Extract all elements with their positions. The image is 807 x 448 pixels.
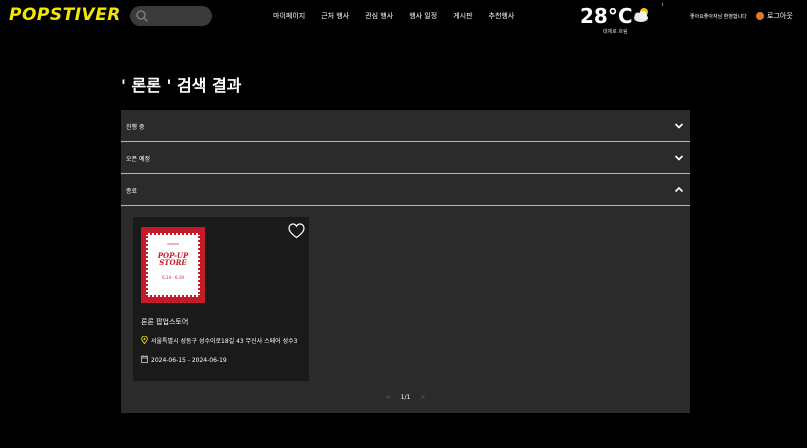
- status-accordion: 진행 중 오픈 예정 종료 RONRON POP-UP STORE 6.14 -…: [121, 110, 690, 413]
- event-name[interactable]: 론론 팝업스토어: [141, 317, 188, 327]
- accordion-ended-content: RONRON POP-UP STORE 6.14 - 6.19 론론 팝업스토어…: [121, 206, 690, 413]
- poster-frame: RONRON POP-UP STORE 6.14 - 6.19: [146, 233, 200, 297]
- avatar: [756, 12, 764, 20]
- calendar-icon: [141, 355, 148, 363]
- header: POPSTIVER 마이페이지 근처 행사 관심 행사 행사 일정 게시판 추천…: [0, 0, 807, 36]
- accordion-label: 오픈 예정: [126, 156, 150, 163]
- location-pin-icon: [141, 336, 148, 344]
- nav-recommended[interactable]: 추천행사: [489, 11, 515, 21]
- weather-temperature: 28°C: [580, 4, 633, 28]
- poster-title: POP-UP STORE: [157, 251, 189, 267]
- page-title: ' 론론 ' 검색 결과: [121, 76, 242, 95]
- accordion-ended[interactable]: 종료: [121, 174, 690, 206]
- event-address-text: 서울특별시 성동구 성수이로18길 43 무신사 스페어 성수3: [151, 338, 298, 345]
- accordion-label: 종료: [126, 188, 138, 195]
- nav-board[interactable]: 게시판: [453, 11, 472, 21]
- main-nav: 마이페이지 근처 행사 관심 행사 행사 일정 게시판 추천행사: [273, 11, 530, 21]
- next-page-button[interactable]: >: [420, 394, 425, 401]
- welcome-message: 좋아요좋아자님 환영합니다: [690, 14, 747, 20]
- search-icon: [136, 10, 149, 23]
- nav-nearby-events[interactable]: 근처 행사: [321, 11, 349, 21]
- accordion-label: 진행 중: [126, 124, 145, 131]
- heart-icon[interactable]: [288, 223, 305, 239]
- chevron-down-icon: [674, 123, 684, 129]
- logout-button[interactable]: 로그아웃: [767, 11, 793, 21]
- accordion-upcoming[interactable]: 오픈 예정: [121, 142, 690, 174]
- event-date-text: 2024-06-15 - 2024-06-19: [151, 357, 227, 364]
- weather-description: 대체로 흐림: [603, 29, 628, 35]
- event-card[interactable]: RONRON POP-UP STORE 6.14 - 6.19 론론 팝업스토어…: [133, 217, 309, 381]
- page-indicator: 1/1: [400, 394, 411, 401]
- poster-dates: 6.14 - 6.19: [162, 275, 184, 280]
- logo[interactable]: POPSTIVER: [9, 5, 121, 25]
- search-input[interactable]: [130, 6, 212, 26]
- nav-mypage[interactable]: 마이페이지: [273, 11, 305, 21]
- event-poster[interactable]: RONRON POP-UP STORE 6.14 - 6.19: [141, 227, 205, 303]
- event-date: 2024-06-15 - 2024-06-19: [141, 355, 227, 364]
- partly-cloudy-icon: [634, 8, 648, 22]
- event-address: 서울특별시 성동구 성수이로18길 43 무신사 스페어 성수3: [141, 336, 297, 345]
- pagination: < 1/1 >: [121, 394, 690, 401]
- accordion-ongoing[interactable]: 진행 중: [121, 110, 690, 142]
- poster-brand: RONRON: [167, 243, 179, 246]
- chevron-up-icon: [674, 186, 684, 193]
- divider: [662, 3, 663, 6]
- nav-event-schedule[interactable]: 행사 일정: [409, 11, 437, 21]
- chevron-down-icon: [674, 155, 684, 161]
- nav-favorite-events[interactable]: 관심 행사: [365, 11, 393, 21]
- prev-page-button[interactable]: <: [386, 394, 391, 401]
